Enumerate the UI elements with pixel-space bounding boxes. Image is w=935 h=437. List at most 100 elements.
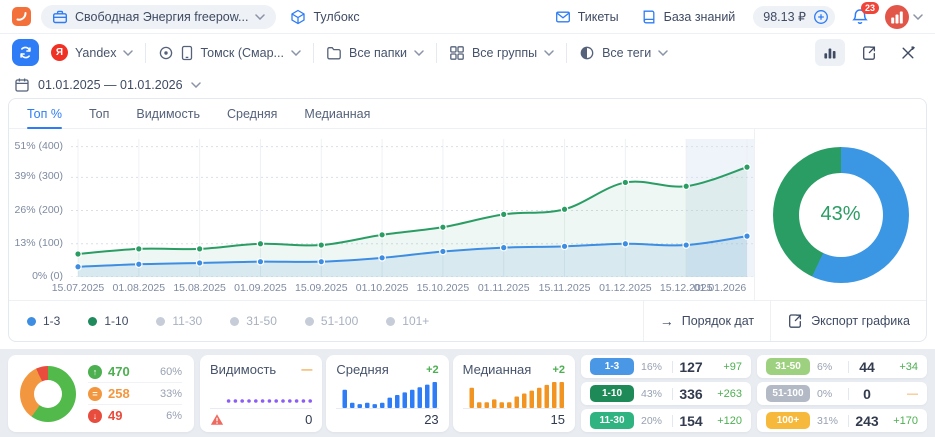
region-selector[interactable]: Томск (Смар... <box>155 45 304 61</box>
divider <box>848 415 849 427</box>
yandex-logo: Я <box>51 44 68 61</box>
y-tick-label: 39% (300) <box>15 170 63 182</box>
legend-item-1-3[interactable]: 1-3 <box>27 314 60 328</box>
legend-item-31-50[interactable]: 31-50 <box>230 314 277 328</box>
add-funds-icon[interactable] <box>813 9 829 25</box>
donut-panel: 43% <box>754 129 926 300</box>
user-menu[interactable] <box>885 5 923 29</box>
chart-view-button[interactable] <box>815 39 845 66</box>
legend-item-11-30[interactable]: 11-30 <box>156 314 202 328</box>
search-engine-label: Yandex <box>75 46 116 60</box>
notification-badge: 23 <box>861 2 879 15</box>
folders-selector[interactable]: Все папки <box>323 45 427 61</box>
notifications-button[interactable]: 23 <box>849 8 871 26</box>
divider <box>848 361 849 373</box>
top10-donut-chart: 43% <box>773 147 909 283</box>
avatar <box>885 5 909 29</box>
knowledge-base-button[interactable]: База знаний <box>637 9 740 25</box>
metric-card-видимость[interactable]: Видимость—0 <box>200 355 322 432</box>
metric-card-change: — <box>301 364 312 376</box>
x-tick-label: 15.07.2025 <box>46 282 110 294</box>
position-pill-100+[interactable]: 100+31%243+170 <box>757 409 927 432</box>
metric-card-медианная[interactable]: Медианная+2 15 <box>453 355 575 432</box>
dynamics-donut-chart <box>20 366 76 422</box>
tab-медианная[interactable]: Медианная <box>304 99 370 128</box>
range-percent: 16% <box>641 361 669 373</box>
tab-топ[interactable]: Топ <box>89 99 109 128</box>
position-pill-11-30[interactable]: 11-3020%154+120 <box>581 409 751 432</box>
balance: 98.13 ₽ <box>753 6 835 28</box>
export-chart-icon <box>787 313 803 329</box>
x-tick-label: 01.08.2025 <box>107 282 171 294</box>
position-summary-col-2: 31-506%44+3451-1000%0—100+31%243+170 <box>757 355 927 432</box>
position-pill-1-3[interactable]: 1-316%127+97 <box>581 355 751 378</box>
tickets-button[interactable]: Тикеты <box>551 9 623 25</box>
legend-dot <box>386 317 395 326</box>
position-summary-col-1: 1-316%127+971-1043%336+26311-3020%154+12… <box>581 355 751 432</box>
calendar-icon <box>14 77 30 93</box>
groups-selector[interactable]: Все группы <box>446 45 557 61</box>
legend-item-51-100[interactable]: 51-100 <box>305 314 358 328</box>
divider <box>672 388 673 400</box>
metric-card-title: Средняя <box>336 362 388 377</box>
range-badge: 1-3 <box>590 358 634 375</box>
sparkline-svg <box>210 378 312 408</box>
chart-legend: 1-3 1-10 11-30 31-50 51-100 101+ <box>27 314 643 328</box>
dynamics-percent: 6% <box>166 410 182 422</box>
app-logo-icon <box>12 7 31 26</box>
dynamics-value: 49 <box>108 408 122 423</box>
location-pin-icon <box>158 45 174 61</box>
range-count: 44 <box>852 359 882 375</box>
metric-card-title: Медианная <box>463 362 532 377</box>
metric-card-средняя[interactable]: Средняя+223 <box>326 355 448 432</box>
legend-dot <box>156 317 165 326</box>
range-badge: 100+ <box>766 412 810 429</box>
legend-dot <box>27 317 36 326</box>
legend-item-101+[interactable]: 101+ <box>386 314 429 328</box>
top-header: Свободная Энергия freepow... Тулбокс Тик… <box>0 0 935 34</box>
tab-видимость[interactable]: Видимость <box>136 99 200 128</box>
date-order-button[interactable]: → Порядок дат <box>643 301 770 341</box>
position-pill-31-50[interactable]: 31-506%44+34 <box>757 355 927 378</box>
folders-label: Все папки <box>349 46 407 60</box>
legend-label: 11-30 <box>172 314 202 328</box>
x-tick-label: 15.11.2025 <box>533 282 597 294</box>
dynamics-legend: ↑47060%=25833%↓496% <box>88 361 182 426</box>
dynamics-row-down: ↓496% <box>88 404 182 426</box>
range-count: 336 <box>676 386 706 402</box>
range-badge: 51-100 <box>766 385 810 402</box>
legend-label: 101+ <box>402 314 429 328</box>
legend-item-1-10[interactable]: 1-10 <box>88 314 128 328</box>
project-selector[interactable]: Свободная Энергия freepow... <box>41 5 276 29</box>
refresh-button[interactable] <box>12 39 39 66</box>
x-tick-label: 15.08.2025 <box>168 282 232 294</box>
legend-dot <box>230 317 239 326</box>
position-pill-51-100[interactable]: 51-1000%0— <box>757 382 927 405</box>
tags-selector[interactable]: Все теги <box>576 45 671 61</box>
chart-body: 0% (0)13% (100)26% (200)39% (300)51% (40… <box>9 129 926 300</box>
dynamics-row-same: =25833% <box>88 382 182 404</box>
search-engine-selector[interactable]: Я Yandex <box>48 44 136 61</box>
settings-tools-button[interactable] <box>893 39 923 66</box>
tab-топ-[interactable]: Топ % <box>27 99 62 128</box>
header-right: Тикеты База знаний 98.13 ₽ 23 <box>551 5 923 29</box>
metric-card-footer: 15 <box>463 409 565 427</box>
position-pill-1-10[interactable]: 1-1043%336+263 <box>581 382 751 405</box>
tab-средняя[interactable]: Средняя <box>227 99 277 128</box>
tickets-label: Тикеты <box>578 10 619 24</box>
range-change: — <box>882 388 918 400</box>
export-button[interactable] <box>854 39 884 66</box>
chevron-down-icon <box>414 50 424 56</box>
dynamics-percent: 33% <box>160 388 182 400</box>
toolbox-button[interactable]: Тулбокс <box>286 9 363 25</box>
chart-footer: 1-3 1-10 11-30 31-50 51-100 101+ → Порядок да… <box>9 300 926 341</box>
metric-card-header: Медианная+2 <box>463 362 565 377</box>
divider <box>313 43 314 63</box>
date-range-picker[interactable]: 01.01.2025 — 01.01.2026 <box>14 77 201 93</box>
export-chart-button[interactable]: Экспорт графика <box>770 301 926 341</box>
cube-icon <box>290 9 306 25</box>
chevron-down-icon <box>191 82 201 88</box>
x-tick-label: 01.12.2025 <box>593 282 657 294</box>
envelope-icon <box>555 9 571 25</box>
range-percent: 31% <box>817 415 845 427</box>
